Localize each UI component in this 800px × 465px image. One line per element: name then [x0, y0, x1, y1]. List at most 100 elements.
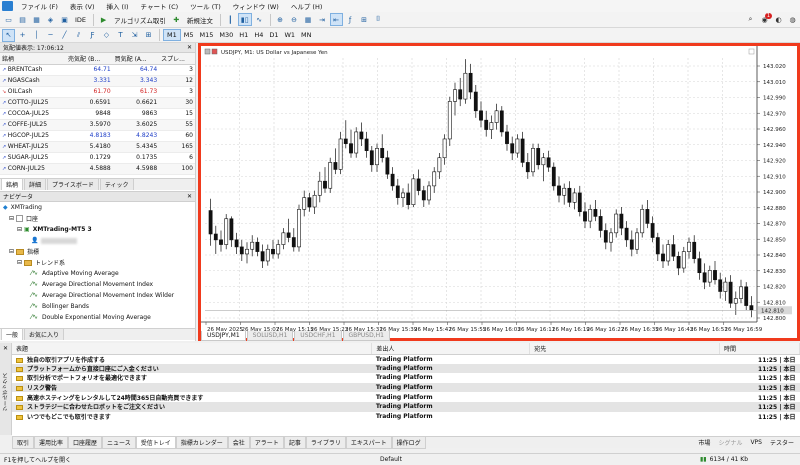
table-row[interactable]: ↗ HGCOP-JUL25 4.8183 4.8243 60 [0, 130, 195, 142]
toolbox-right-item-3[interactable]: テスター [770, 438, 794, 447]
chart-tab-2[interactable]: USDCHF,H1 [294, 331, 342, 341]
ide-button[interactable]: IDE [72, 13, 89, 26]
shapes-icon[interactable]: ◇ [100, 29, 113, 42]
mailbox-column-1[interactable]: 差出人 [371, 343, 531, 355]
new-chart-icon[interactable]: ▭ [2, 13, 15, 26]
timeframe-m30[interactable]: M30 [216, 29, 236, 41]
table-row[interactable]: ↗ COFFE-JUL25 3.5970 3.6025 55 [0, 119, 195, 131]
objects-icon[interactable]: ⊞ [142, 29, 155, 42]
close-icon[interactable]: ✕ [187, 44, 195, 51]
nav-account-login[interactable]: 👤 [3, 235, 195, 246]
table-row[interactable]: リスク警告 Trading Platform 11:25 | 本日 [12, 382, 800, 393]
menu-item-5[interactable]: ウィンドウ (W) [227, 1, 285, 11]
mw-column-1[interactable]: 売気配 (B... [66, 53, 113, 65]
table-row[interactable]: ↗ SUGAR-JUL25 0.1729 0.1735 6 [0, 152, 195, 164]
toolbox-tab-8[interactable]: 記事 [283, 437, 306, 449]
table-row[interactable]: ↗ CORN-JUL25 4.5888 4.5988 100 [0, 163, 195, 175]
mailbox-column-2[interactable]: 宛先 [529, 343, 720, 355]
data-window-icon[interactable]: ▣ [58, 13, 71, 26]
close-icon[interactable]: ✕ [3, 345, 8, 352]
timeframe-h4[interactable]: H4 [251, 29, 266, 41]
new-order-button[interactable]: 新規注文 [184, 13, 216, 26]
mw-tab-0[interactable]: 銘柄 [1, 178, 24, 190]
arrows-icon[interactable]: ⇲ [128, 29, 141, 42]
toolbox-right-item-0[interactable]: 市場 [698, 438, 710, 447]
nav-broker[interactable]: ◆ XMTrading [3, 202, 195, 213]
menu-item-1[interactable]: 表示 (V) [64, 1, 101, 11]
toolbox-tab-7[interactable]: アラート [249, 437, 284, 449]
nav-tab-1[interactable]: お気に入り [24, 328, 65, 340]
nav-accounts[interactable]: ⊟ 口座 [3, 213, 195, 224]
close-icon[interactable]: ✕ [187, 193, 195, 200]
table-row[interactable]: いつでもどこでも取引できます Trading Platform 11:25 | 本日 [12, 412, 800, 422]
table-row[interactable]: ストラテジーに合わせたロボットをご注文ください Trading Platform 1… [12, 401, 800, 412]
tile-windows-icon[interactable]: ▦ [302, 13, 315, 26]
chart-tab-0[interactable]: USDJPY,M1 [201, 331, 246, 341]
toolbox-tab-4[interactable]: 受信トレイ [135, 437, 176, 449]
algo-trading-button[interactable]: アルゴリズム取引 [111, 13, 169, 26]
nav-indicator-item[interactable]: ⁄∿ Bollinger Bands [3, 301, 195, 312]
channel-icon[interactable]: ⫽ [72, 29, 85, 42]
toolbox-tab-11[interactable]: 操作ログ [391, 437, 426, 449]
timeframe-d1[interactable]: D1 [266, 29, 281, 41]
nav-indicator-item[interactable]: ⁄∿ Adaptive Moving Average [3, 268, 195, 279]
toolbox-tab-0[interactable]: 取引 [12, 437, 35, 449]
nav-indicator-item[interactable]: ⁄∿ Average Directional Movement Index [3, 279, 195, 290]
toolbox-tab-3[interactable]: ニュース [102, 437, 136, 449]
toolbox-tab-1[interactable]: 運用比率 [34, 437, 69, 449]
fibonacci-icon[interactable]: Ƒ [86, 29, 99, 42]
bar-chart-icon[interactable]: ┃ [224, 13, 237, 26]
timeframe-w1[interactable]: W1 [281, 29, 298, 41]
nav-tab-0[interactable]: 一般 [1, 328, 24, 340]
mailbox-column-0[interactable]: 表題 [12, 343, 373, 355]
table-row[interactable]: 独自の取引アプリを作成する Trading Platform 11:25 | 本日 [12, 354, 800, 364]
table-row[interactable]: ↗ WHEAT-JUL25 5.4180 5.4345 165 [0, 141, 195, 153]
mailbox-column-3[interactable]: 時間 [719, 343, 800, 355]
table-row[interactable]: ↗ NGASCash 3.331 3.343 12 [0, 75, 195, 87]
timeframe-m1[interactable]: M1 [163, 29, 181, 41]
notifications-icon[interactable]: ◉ 1 [758, 13, 772, 26]
scroll-icon[interactable]: ⇥ [316, 13, 329, 26]
timeframe-m15[interactable]: M15 [197, 29, 217, 41]
table-row[interactable]: ↘ OILCash 61.70 61.73 3 [0, 86, 195, 98]
menu-item-3[interactable]: チャート (C) [135, 1, 185, 11]
search-icon[interactable]: ⌕ [744, 13, 757, 26]
screenshot-icon[interactable]: ⌷ [372, 13, 385, 26]
chart-window[interactable]: 143.020 143.010 142.990 142.970 142.960 142.9… [198, 43, 800, 341]
toolbox-tab-2[interactable]: 口座履歴 [68, 437, 103, 449]
timeframe-mn[interactable]: MN [298, 29, 314, 41]
toolbox-tab-6[interactable]: 会社 [227, 437, 250, 449]
market-watch-icon[interactable]: ▦ [30, 13, 43, 26]
menu-item-6[interactable]: ヘルプ (H) [285, 1, 329, 11]
table-row[interactable]: プラットフォームから直接口座にご入金ください Trading Platform 11… [12, 363, 800, 374]
table-row[interactable]: ↗ COTTO-JUL25 0.6591 0.6621 30 [0, 97, 195, 109]
zoom-out-icon[interactable]: ⊖ [288, 13, 301, 26]
templates-icon[interactable]: ⊞ [358, 13, 371, 26]
candlestick-icon[interactable]: ▮▯ [237, 13, 252, 26]
chart-tab-3[interactable]: GBPUSD,H1 [342, 331, 390, 341]
mw-column-2[interactable]: 買気配 (A... [112, 53, 160, 65]
table-row[interactable]: ↗ COCOA-JUL25 9848 9863 15 [0, 108, 195, 120]
community-icon[interactable]: ◐ [772, 13, 785, 26]
chart-tab-1[interactable]: SOLUSD,H1 [246, 331, 294, 341]
chart-svg[interactable]: 143.020 143.010 142.990 142.970 142.960 142.9… [201, 46, 797, 338]
indicators-icon[interactable]: ƒ [344, 13, 357, 26]
new-order-icon[interactable]: ✚ [170, 13, 183, 26]
toolbox-right-item-2[interactable]: VPS [750, 439, 762, 446]
navigator-icon[interactable]: ◈ [44, 13, 57, 26]
timeframe-h1[interactable]: H1 [236, 29, 251, 41]
table-row[interactable]: 取引分析でポートフォリオを最適化できます Trading Platform 11:2… [12, 373, 800, 383]
menu-item-2[interactable]: 挿入 (I) [100, 1, 134, 11]
horizontal-line-icon[interactable]: ─ [44, 29, 57, 42]
mw-tab-3[interactable]: ティック [99, 178, 134, 190]
nav-indicator-item[interactable]: ⁄∿ Average Directional Movement Index Wil… [3, 290, 195, 301]
mw-column-0[interactable]: 銘柄 [0, 53, 67, 65]
crosshair-icon[interactable]: + [16, 29, 29, 42]
nav-indicator-item[interactable]: ⁄∿ Double Exponential Moving Average [3, 312, 195, 323]
zoom-in-icon[interactable]: ⊕ [274, 13, 287, 26]
toolbox-right-item-1[interactable]: シグナル [718, 438, 742, 447]
toolbox-tab-9[interactable]: ライブラリ [305, 437, 346, 449]
table-row[interactable]: 高速ホスティングをレンタルして24時間365日自動売買できます Trading P… [12, 392, 800, 402]
trendline-icon[interactable]: ╱ [58, 29, 71, 42]
algo-trading-icon[interactable]: ▶ [97, 13, 110, 26]
